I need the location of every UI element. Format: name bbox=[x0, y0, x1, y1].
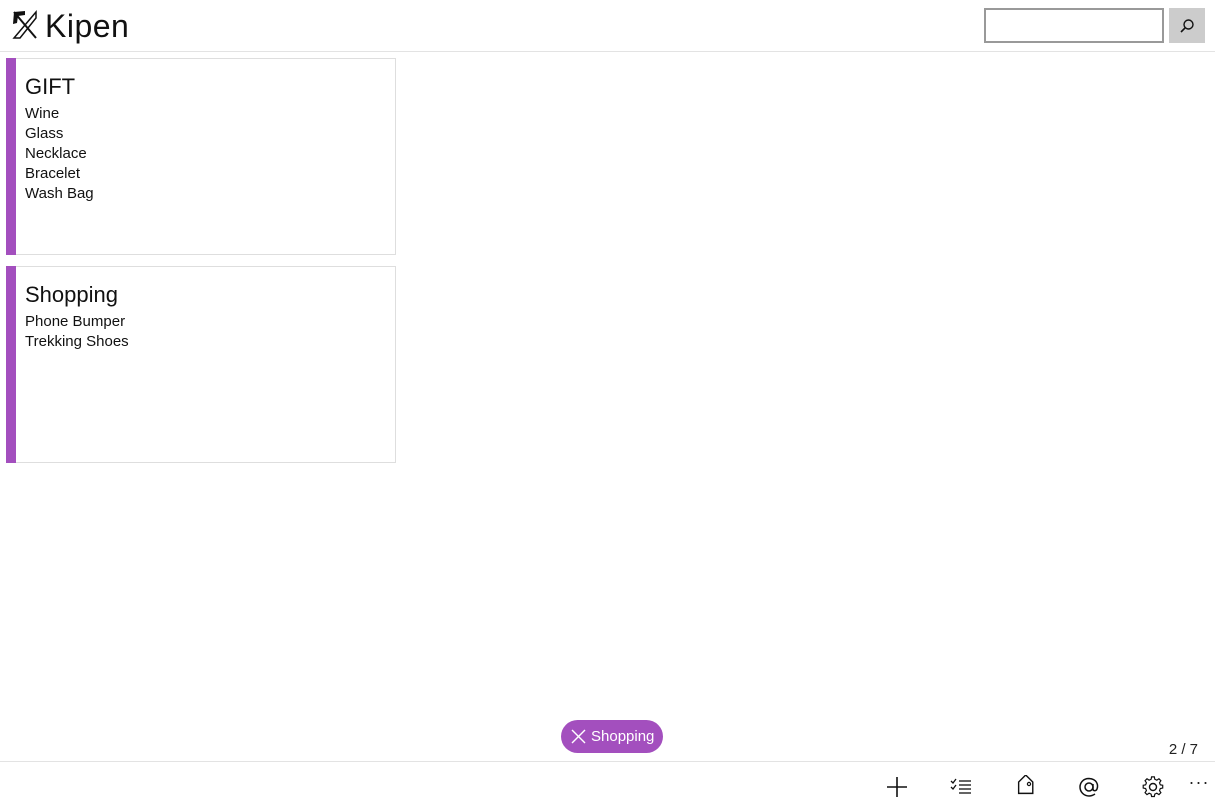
note-item-list: Phone Bumper Trekking Shoes bbox=[25, 312, 129, 352]
checklist-icon bbox=[950, 778, 971, 794]
note-item: Trekking Shoes bbox=[25, 333, 129, 350]
search-icon bbox=[1180, 18, 1194, 33]
tag-icon bbox=[1017, 775, 1034, 795]
kipen-logo-icon bbox=[12, 9, 37, 39]
note-title: GIFT bbox=[25, 74, 76, 99]
bottom-toolbar: ··· bbox=[0, 761, 1215, 810]
add-icon bbox=[887, 777, 907, 797]
gear-icon bbox=[1142, 776, 1164, 798]
checklist-button[interactable] bbox=[946, 772, 976, 802]
note-item: Bracelet bbox=[25, 165, 81, 182]
note-item: Wash Bag bbox=[25, 185, 94, 202]
note-item: Wine bbox=[25, 105, 60, 122]
add-note-button[interactable] bbox=[882, 772, 912, 802]
mention-button[interactable] bbox=[1074, 772, 1104, 802]
app-title: Kipen bbox=[45, 8, 130, 44]
note-item: Necklace bbox=[25, 145, 87, 162]
note-title: Shopping bbox=[25, 282, 118, 307]
search-button[interactable] bbox=[1169, 8, 1205, 43]
more-options-button[interactable]: ··· bbox=[1186, 772, 1212, 802]
header-bar: Kipen bbox=[0, 0, 1215, 52]
note-item-list: Wine Glass Necklace Bracelet Wash Bag bbox=[25, 104, 94, 204]
note-card-gift[interactable]: GIFT Wine Glass Necklace Bracelet Wash B… bbox=[6, 58, 396, 255]
settings-button[interactable] bbox=[1138, 772, 1168, 802]
search-input[interactable] bbox=[984, 8, 1164, 43]
tag-button[interactable] bbox=[1010, 772, 1040, 802]
page-counter: 2 / 7 bbox=[1168, 741, 1198, 758]
note-item: Phone Bumper bbox=[25, 313, 126, 330]
close-icon[interactable] bbox=[571, 729, 586, 744]
filter-chip-label: Shopping bbox=[591, 728, 655, 745]
note-color-bar bbox=[6, 266, 16, 463]
app-window: Kipen GIFT Wine Glass Necklace Bracelet … bbox=[0, 0, 1215, 810]
note-item: Glass bbox=[25, 125, 64, 142]
note-color-bar bbox=[6, 58, 16, 255]
more-icon: ··· bbox=[1188, 771, 1210, 792]
note-card-shopping[interactable]: Shopping Phone Bumper Trekking Shoes bbox=[6, 266, 396, 463]
mention-icon bbox=[1079, 777, 1099, 797]
filter-chip-shopping[interactable]: Shopping bbox=[561, 720, 663, 753]
